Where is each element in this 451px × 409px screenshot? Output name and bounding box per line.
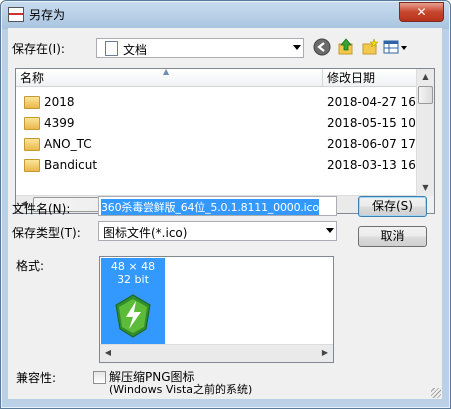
window-title: 另存为 [29, 8, 66, 22]
save-in-combo[interactable]: 文档 [96, 38, 304, 58]
chevron-down-icon [326, 228, 334, 233]
app-icon [8, 7, 24, 22]
dialog-client: 保存在(I): 文档 名称 ▲ 修改日期 2018 2018-04-27 16:… [8, 28, 442, 399]
list-item[interactable]: 4399 2018-05-15 10:4 [16, 113, 418, 133]
file-type-label: 保存类型(T): [12, 226, 81, 240]
back-arrow-icon[interactable] [313, 38, 331, 56]
decompress-png-note: (Windows Vista之前的系统) [109, 383, 253, 396]
decompress-png-checkbox[interactable] [93, 371, 106, 384]
format-tile[interactable]: 48 × 48 32 bit [101, 258, 165, 345]
list-item[interactable]: 2018 2018-04-27 16:3 [16, 92, 418, 112]
vertical-scrollbar[interactable]: ▲ ▼ [416, 69, 434, 196]
sort-ascending-icon: ▲ [163, 68, 170, 76]
file-name-label: 文件名(N): [12, 202, 71, 216]
view-menu-icon[interactable] [383, 38, 409, 56]
folder-icon [24, 96, 40, 109]
title-bar[interactable]: 另存为 ✕ [1, 1, 450, 27]
file-type-value: 图标文件(*.ico) [103, 226, 188, 240]
folder-icon [24, 159, 40, 172]
chevron-down-icon [293, 45, 301, 50]
format-label: 格式: [16, 259, 45, 273]
file-name-input[interactable]: 360杀毒尝鲜版_64位_5.0.1.8111_0000.ico [98, 196, 337, 216]
column-header-date[interactable]: 修改日期 [323, 69, 418, 87]
save-as-dialog: 另存为 ✕ 保存在(I): 文档 名称 ▲ 修改日期 2018 2018-04-… [0, 0, 451, 409]
close-button[interactable]: ✕ [399, 2, 444, 22]
file-name-value: 360杀毒尝鲜版_64位_5.0.1.8111_0000.ico [101, 199, 319, 215]
scroll-right-arrow-icon[interactable]: ▶ [317, 345, 333, 361]
folder-icon [24, 117, 40, 130]
scroll-left-arrow-icon[interactable]: ◀ [100, 345, 116, 361]
file-date: 2018-06-07 17:4 [327, 137, 418, 151]
file-name: ANO_TC [44, 137, 92, 151]
antivirus-shield-icon [115, 294, 151, 338]
file-name: Bandicut [44, 158, 98, 172]
list-item[interactable]: Bandicut 2018-03-13 16:3 [16, 155, 418, 175]
tile-depth: 32 bit [117, 273, 149, 286]
up-folder-icon[interactable] [337, 38, 355, 56]
new-folder-icon[interactable] [361, 38, 379, 56]
folder-icon [24, 138, 40, 151]
tile-size: 48 × 48 [110, 260, 156, 273]
column-date-label: 修改日期 [327, 71, 376, 85]
resize-grip-icon[interactable] [431, 388, 441, 398]
file-name: 4399 [44, 116, 75, 130]
file-date: 2018-04-27 16:3 [327, 95, 418, 109]
save-in-value: 文档 [123, 43, 148, 57]
vertical-scroll-thumb[interactable] [418, 86, 433, 104]
file-type-select[interactable]: 图标文件(*.ico) [98, 221, 337, 241]
cancel-button[interactable]: 取消 [358, 226, 427, 247]
save-in-label: 保存在(I): [12, 42, 65, 56]
column-name-label: 名称 [20, 71, 45, 85]
scroll-up-arrow-icon[interactable]: ▲ [417, 69, 434, 85]
save-button[interactable]: 保存(S) [358, 196, 427, 217]
preview-horizontal-scrollbar[interactable]: ◀ ▶ [100, 344, 333, 362]
list-item[interactable]: ANO_TC 2018-06-07 17:4 [16, 134, 418, 154]
document-folder-icon [105, 41, 118, 56]
file-date: 2018-05-15 10:4 [327, 116, 418, 130]
format-preview-list[interactable]: 48 × 48 32 bit ◀ ▶ [99, 256, 334, 363]
file-date: 2018-03-13 16:3 [327, 158, 418, 172]
file-name: 2018 [44, 95, 75, 109]
file-list[interactable]: 名称 ▲ 修改日期 2018 2018-04-27 16:3 4399 2018… [15, 68, 435, 214]
scroll-down-arrow-icon[interactable]: ▼ [417, 180, 434, 196]
column-header-name[interactable]: 名称 ▲ [16, 69, 323, 87]
compat-label: 兼容性: [16, 371, 57, 385]
